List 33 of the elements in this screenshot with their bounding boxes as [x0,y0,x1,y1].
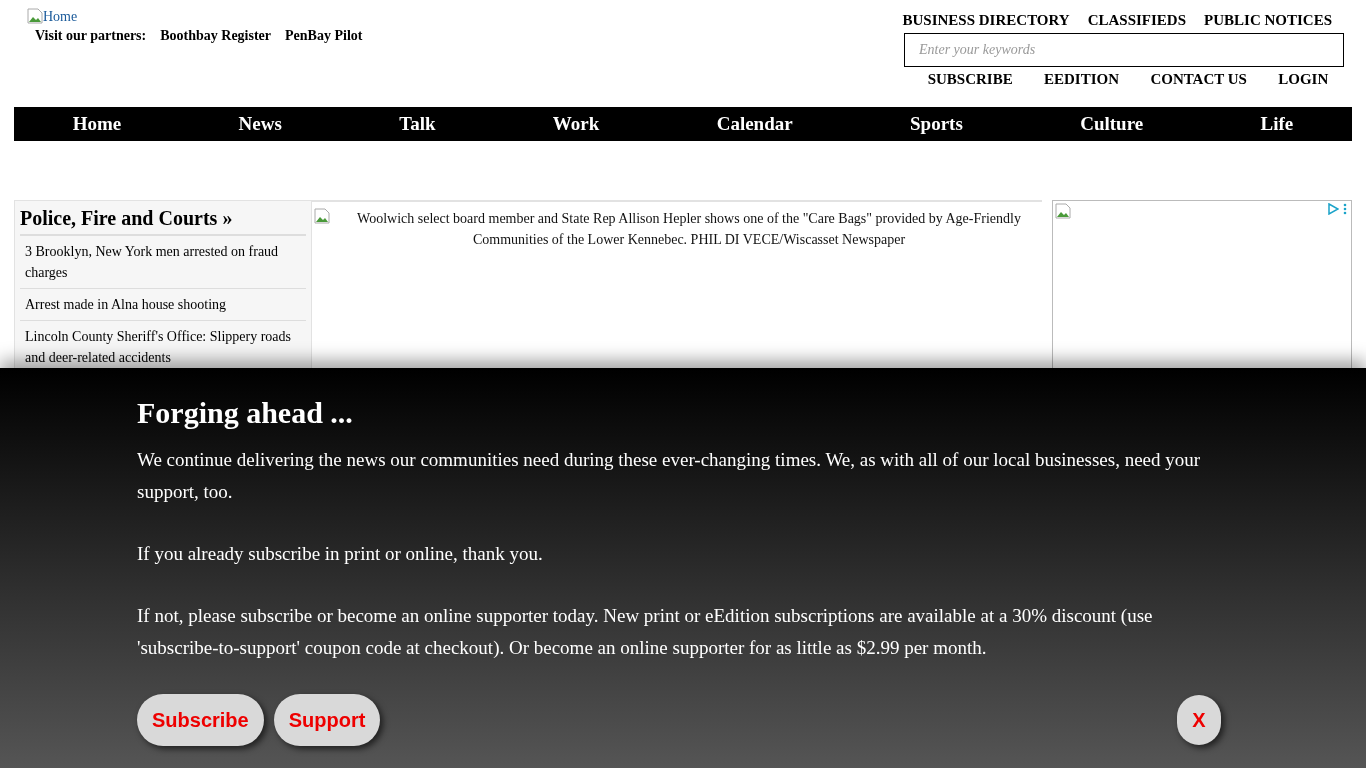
nav-link[interactable]: Talk [399,113,436,135]
broken-image-icon [27,8,43,24]
banner-title: Forging ahead ... [137,396,354,430]
search-field[interactable]: Enter your keywords [904,33,1344,67]
nav-link[interactable]: Work [552,113,600,135]
more-icon[interactable] [1343,203,1347,215]
banner-paragraph: If not, please subscribe or become an online supporter today. New print or eEdition subscriptions are available at a 30% discount (use 'subscribe-to-support' coupon code at checkout). Or become an online supporter for as little as $2.99 per month. [137,604,1154,660]
top-link[interactable]: CLASSIFIEDS [1087,12,1187,29]
nav-link[interactable]: News [238,113,282,135]
nav-link[interactable]: Home [72,113,122,135]
account-link[interactable]: LOGIN [1278,71,1329,88]
top-link[interactable]: BUSINESS DIRECTORY [902,12,1070,29]
nav-link[interactable]: Life [1260,113,1294,135]
banner-paragraph: We continue delivering the news our communities need during these ever-changing times. We, as with all of our local businesses, need your support, too. [137,448,1202,504]
logo-link[interactable]: Home [27,8,78,24]
account-link[interactable]: CONTACT US [1150,71,1247,88]
headline-link[interactable]: 3 Brooklyn, New York men arrested on fraud charges [20,236,306,289]
nav-link[interactable]: Sports [910,113,963,135]
broken-image-icon [1055,203,1071,219]
top-link[interactable]: PUBLIC NOTICES [1204,12,1332,29]
headline-link[interactable]: Arrest made in Alna house shooting [20,289,306,321]
account-link[interactable]: SUBSCRIBE [927,71,1013,88]
nav-link[interactable]: Calendar [716,113,793,135]
photo-caption: Woolwich select board member and State Rep Allison Hepler shows one of the "Care Bags" provided by Age-Friendly Communities of the Lower Kennebec. PHIL DI VECE/Wiscasset Newspaper [356,210,1022,249]
partners-label: Visit our partners: [35,28,147,44]
account-link[interactable]: EEDITION [1044,71,1120,88]
play-icon[interactable] [1327,203,1339,215]
partner-link[interactable]: PenBay Pilot [285,28,363,44]
partner-link[interactable]: Boothbay Register [160,28,272,44]
broken-image-icon [314,208,330,224]
nav-link[interactable]: Culture [1080,113,1144,135]
section-title[interactable]: Police, Fire and Courts » [20,207,306,236]
banner-paragraph: If you already subscribe in print or online, thank you. [137,542,544,566]
